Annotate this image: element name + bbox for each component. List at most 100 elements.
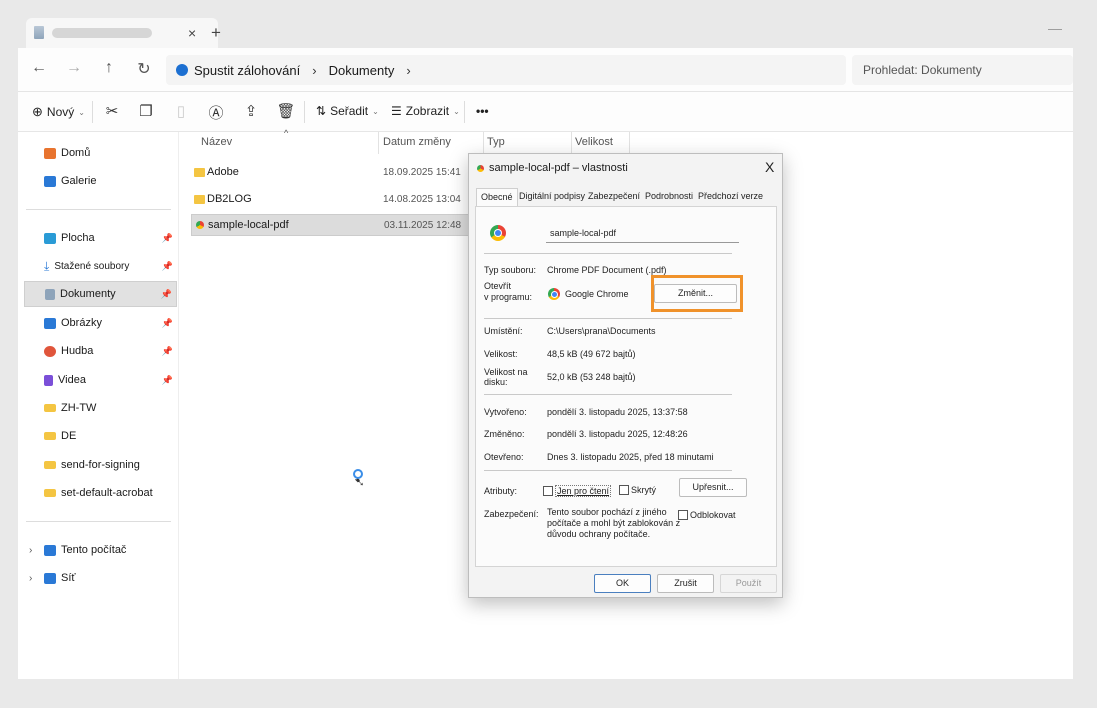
sidebar-divider bbox=[26, 521, 171, 522]
divider bbox=[484, 318, 732, 319]
new-button[interactable]: ⊕ Nový ⌄ bbox=[32, 104, 85, 120]
toolbar-divider bbox=[464, 101, 465, 123]
delete-icon[interactable]: 🗑 bbox=[276, 102, 296, 120]
tab-general[interactable]: Obecné bbox=[476, 188, 518, 207]
pin-icon[interactable]: 📌 bbox=[162, 318, 173, 329]
breadcrumb-separator[interactable]: › bbox=[312, 63, 316, 78]
sidebar-divider bbox=[26, 209, 171, 210]
sidebar-item-zh-tw[interactable]: ZH-TW bbox=[24, 395, 177, 421]
size-on-disk-value: 52,0 kB (53 248 bajtů) bbox=[547, 372, 636, 382]
sidebar-item-label: Galerie bbox=[61, 175, 97, 187]
sidebar-item-set-default-acrobat[interactable]: set-default-acrobat bbox=[24, 480, 177, 506]
copy-icon[interactable]: ❐ bbox=[136, 102, 156, 120]
pin-icon[interactable]: 📌 bbox=[161, 289, 172, 300]
column-header-date[interactable]: Datum změny bbox=[383, 136, 451, 156]
advanced-button[interactable]: Upřesnit... bbox=[679, 478, 747, 497]
sidebar-item-de[interactable]: DE bbox=[24, 423, 177, 449]
readonly-checkbox[interactable]: Jen pro čtení bbox=[543, 485, 612, 497]
cut-icon[interactable]: ✂ bbox=[102, 102, 122, 120]
desktop-icon bbox=[44, 232, 56, 244]
divider bbox=[484, 253, 732, 254]
sidebar-item-downloads[interactable]: ⤓ Stažené soubory 📌 bbox=[24, 253, 177, 279]
breadcrumb-documents[interactable]: Dokumenty bbox=[329, 63, 395, 78]
sidebar-item-label: Plocha bbox=[61, 232, 95, 244]
minimize-button[interactable]: — bbox=[1048, 20, 1062, 36]
sidebar-item-pictures[interactable]: Obrázky 📌 bbox=[24, 310, 177, 336]
file-date: 14.08.2025 13:04 bbox=[383, 193, 461, 205]
close-tab-icon[interactable]: × bbox=[188, 25, 196, 41]
back-arrow-icon[interactable]: ← bbox=[28, 59, 50, 77]
chevron-right-icon[interactable]: › bbox=[29, 545, 32, 556]
folder-icon bbox=[194, 194, 205, 204]
column-divider[interactable] bbox=[483, 132, 484, 154]
readonly-label: Jen pro čtení bbox=[555, 485, 612, 497]
sidebar-item-desktop[interactable]: Plocha 📌 bbox=[24, 225, 177, 251]
sort-ascending-icon: ^ bbox=[284, 128, 289, 138]
column-divider[interactable] bbox=[378, 132, 379, 154]
breadcrumb-backup[interactable]: Spustit zálohování bbox=[194, 63, 300, 78]
refresh-icon[interactable]: ↻ bbox=[133, 59, 155, 79]
sidebar-item-this-pc[interactable]: › Tento počítač bbox=[24, 537, 177, 563]
folder-icon bbox=[44, 489, 56, 497]
sidebar-item-gallery[interactable]: Galerie bbox=[24, 168, 177, 194]
busy-spinner-icon bbox=[353, 469, 363, 479]
hidden-checkbox[interactable]: Skrytý bbox=[619, 485, 656, 495]
view-button[interactable]: ☰ Zobrazit ⌄ bbox=[391, 104, 460, 118]
unblock-checkbox[interactable]: Odblokovat bbox=[678, 510, 736, 520]
up-arrow-icon[interactable]: ↑ bbox=[98, 59, 120, 77]
sidebar-item-music[interactable]: Hudba 📌 bbox=[24, 338, 177, 364]
tab-previous-versions[interactable]: Předchozí verze bbox=[694, 188, 767, 206]
divider bbox=[484, 394, 732, 395]
sidebar-item-label: Hudba bbox=[61, 345, 94, 357]
sidebar-item-home[interactable]: Domů bbox=[24, 140, 177, 166]
checkbox-box[interactable] bbox=[619, 485, 629, 495]
type-label: Typ souboru: bbox=[484, 265, 537, 275]
file-name: DB2LOG bbox=[207, 193, 252, 205]
pin-icon[interactable]: 📌 bbox=[162, 346, 173, 357]
sort-button[interactable]: ⇅ Seřadit ⌄ bbox=[316, 104, 379, 118]
sidebar-item-documents[interactable]: Dokumenty 📌 bbox=[24, 281, 177, 307]
tab-details[interactable]: Podrobnosti bbox=[641, 188, 697, 206]
tab-digital-signatures[interactable]: Digitální podpisy bbox=[515, 188, 589, 206]
checkbox-box[interactable] bbox=[543, 486, 553, 496]
network-icon bbox=[44, 572, 56, 584]
sidebar-item-network[interactable]: › Síť bbox=[24, 565, 177, 591]
view-label: Zobrazit bbox=[405, 104, 450, 118]
sidebar-item-videos[interactable]: Videa 📌 bbox=[24, 367, 177, 393]
pin-icon[interactable]: 📌 bbox=[162, 233, 173, 244]
column-header-name[interactable]: Název bbox=[201, 136, 232, 156]
checkbox-box[interactable] bbox=[678, 510, 688, 520]
tab-security[interactable]: Zabezpečení bbox=[584, 188, 644, 206]
share-icon[interactable]: ⇪ bbox=[241, 102, 261, 120]
filename-input[interactable] bbox=[546, 223, 739, 243]
close-icon[interactable]: X bbox=[765, 159, 774, 175]
pin-icon[interactable]: 📌 bbox=[162, 375, 173, 386]
explorer-tab[interactable]: × bbox=[26, 18, 218, 48]
paste-icon[interactable]: ▯ bbox=[171, 102, 191, 120]
apply-button[interactable]: Použít bbox=[720, 574, 777, 593]
file-row-selected[interactable]: sample-local-pdf 03.11.2025 12:48 bbox=[191, 214, 481, 236]
search-input[interactable]: Prohledat: Dokumenty bbox=[852, 55, 1073, 85]
chevron-right-icon[interactable]: › bbox=[29, 573, 32, 584]
dialog-title: sample-local-pdf – vlastnosti bbox=[489, 162, 628, 174]
rename-icon[interactable]: Ⓐ bbox=[206, 102, 226, 123]
breadcrumb-separator[interactable]: › bbox=[406, 63, 410, 78]
size-on-disk-label-line1: Velikost na bbox=[484, 367, 528, 377]
sidebar-item-label: DE bbox=[61, 430, 77, 442]
videos-icon bbox=[44, 374, 53, 386]
cancel-button[interactable]: Zrušit bbox=[657, 574, 714, 593]
security-text-line2: počítače a mohl být zablokován z bbox=[547, 518, 681, 528]
location-value: C:\Users\prana\Documents bbox=[547, 326, 656, 336]
sidebar-item-send-for-signing[interactable]: send-for-signing bbox=[24, 452, 177, 478]
file-row[interactable]: Adobe 18.09.2025 15:41 bbox=[191, 161, 481, 183]
new-tab-button[interactable]: + bbox=[211, 23, 221, 43]
column-divider[interactable] bbox=[629, 132, 630, 154]
attributes-label: Atributy: bbox=[484, 486, 518, 496]
pin-icon[interactable]: 📌 bbox=[162, 261, 173, 272]
column-divider[interactable] bbox=[571, 132, 572, 154]
forward-arrow-icon[interactable]: → bbox=[63, 59, 85, 77]
file-row[interactable]: DB2LOG 14.08.2025 13:04 bbox=[191, 188, 481, 210]
address-bar[interactable]: Spustit zálohování › Dokumenty › bbox=[166, 55, 846, 85]
ok-button[interactable]: OK bbox=[594, 574, 651, 593]
more-options-button[interactable]: ••• bbox=[476, 104, 489, 118]
